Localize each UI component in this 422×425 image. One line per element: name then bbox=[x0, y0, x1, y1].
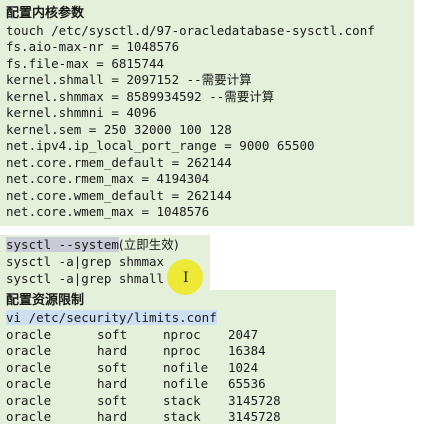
config-line: net.core.rmem_default = 262144 bbox=[6, 155, 232, 170]
limits-type: hard bbox=[97, 376, 128, 391]
config-line: kernel.shmmni = 4096 bbox=[6, 105, 157, 120]
config-line: net.core.wmem_default = 262144 bbox=[6, 188, 232, 203]
shmall-value: kernel.shmall = 2097152 -- bbox=[6, 72, 202, 87]
kernel-params-title: 配置内核参数 bbox=[6, 6, 85, 21]
limits-type: hard bbox=[97, 409, 128, 424]
limits-type: soft bbox=[97, 393, 128, 408]
config-line: net.ipv4.ip_local_port_range = 9000 6550… bbox=[6, 138, 315, 153]
config-line-shmall: kernel.shmall = 2097152 --需要计算 bbox=[6, 72, 252, 88]
limits-value: 1024 bbox=[228, 360, 259, 375]
sysctl-system-line: sysctl --system(立即生效) bbox=[6, 237, 179, 253]
shmmax-note: 需要计算 bbox=[224, 89, 275, 104]
limits-value: 2047 bbox=[228, 327, 259, 342]
limits-user: oracle bbox=[6, 376, 52, 391]
limits-conf-command-line: vi /etc/security/limits.conf bbox=[6, 310, 217, 326]
limits-value: 16384 bbox=[228, 343, 266, 358]
limits-type: hard bbox=[97, 343, 128, 358]
config-line-shmmax: kernel.shmmax = 8589934592 --需要计算 bbox=[6, 89, 274, 105]
limits-item: nproc bbox=[163, 327, 201, 342]
limits-conf-command: vi /etc/security/limits.conf bbox=[6, 310, 217, 325]
limits-user: oracle bbox=[6, 409, 52, 424]
config-line: kernel.sem = 250 32000 100 128 bbox=[6, 122, 232, 137]
limits-item: nofile bbox=[163, 376, 209, 391]
limits-user: oracle bbox=[6, 393, 52, 408]
limits-value: 65536 bbox=[228, 376, 266, 391]
config-line: net.core.wmem_max = 1048576 bbox=[6, 204, 210, 219]
sysctl-system-command: sysctl --system bbox=[6, 237, 119, 252]
limits-item: stack bbox=[163, 409, 201, 424]
grep-shmmax-line: sysctl -a|grep shmmax bbox=[6, 254, 165, 269]
limits-value: 3145728 bbox=[228, 393, 281, 408]
config-line: fs.file-max = 6815744 bbox=[6, 56, 165, 71]
limits-type: soft bbox=[97, 360, 128, 375]
config-line: net.core.rmem_max = 4194304 bbox=[6, 171, 210, 186]
shmmax-value: kernel.shmmax = 8589934592 -- bbox=[6, 89, 225, 104]
touch-command-line: touch /etc/sysctl.d/97-oracledatabase-sy… bbox=[6, 23, 375, 38]
config-line: fs.aio-max-nr = 1048576 bbox=[6, 39, 180, 54]
limits-item: nproc bbox=[163, 343, 201, 358]
limits-item: stack bbox=[163, 393, 201, 408]
limits-type: soft bbox=[97, 327, 128, 342]
limits-user: oracle bbox=[6, 360, 52, 375]
shmall-note: 需要计算 bbox=[201, 72, 252, 87]
resource-limits-title: 配置资源限制 bbox=[6, 293, 85, 308]
limits-user: oracle bbox=[6, 327, 52, 342]
text-cursor-icon: I bbox=[183, 270, 189, 286]
grep-shmall-line: sysctl -a|grep shmall bbox=[6, 271, 165, 286]
sysctl-system-note: (立即生效) bbox=[118, 237, 179, 252]
limits-value: 3145728 bbox=[228, 409, 281, 424]
limits-user: oracle bbox=[6, 343, 52, 358]
limits-item: nofile bbox=[163, 360, 209, 375]
